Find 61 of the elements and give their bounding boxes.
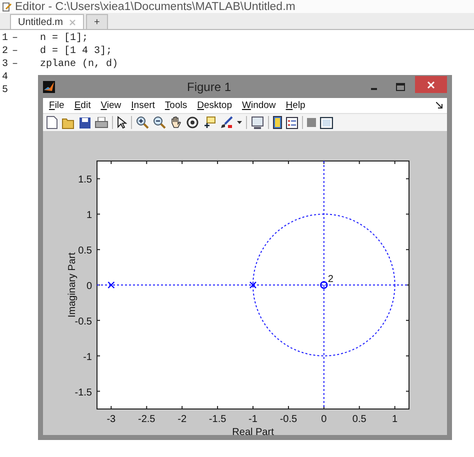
maximize-icon [396, 82, 404, 90]
tick-label: 1 [86, 210, 92, 222]
x-axis-label: Real Part [232, 427, 274, 435]
line-number: 5 [1, 85, 10, 96]
tick-label: 0.5 [352, 414, 366, 425]
close-button[interactable] [415, 76, 447, 93]
tick-label: -0.5 [280, 414, 298, 425]
tick-label: -1.5 [74, 387, 92, 398]
save-icon[interactable] [79, 116, 91, 128]
dock-arrow-icon[interactable] [436, 102, 443, 109]
window-title: Editor - C:\Users\xiea1\Documents\MATLAB\Untitled.m [15, 0, 296, 12]
brush-icon[interactable] [220, 116, 233, 129]
breakpoint-marker[interactable]: – [12, 46, 18, 57]
breakpoint-marker[interactable]: – [12, 33, 18, 44]
close-icon [427, 80, 435, 88]
tick-label: 0 [86, 281, 92, 292]
editor-tab[interactable]: + [86, 14, 108, 29]
tick-label: -1 [248, 414, 258, 425]
menu-item[interactable]: View [100, 100, 122, 111]
menu-item[interactable]: Help [286, 100, 306, 111]
line-number: 3 [1, 59, 10, 70]
menu-item[interactable]: Desktop [197, 100, 232, 111]
code-line: n = [1]; [40, 33, 88, 44]
line-number: 2 [1, 46, 10, 57]
tick-label: 1 [392, 414, 398, 425]
code-line: d = [1 4 3]; [40, 46, 112, 57]
panel-icon[interactable] [320, 116, 333, 128]
tick-label: -0.5 [74, 316, 92, 328]
code-line: zplane (n, d) [40, 59, 118, 70]
tick-label: -2 [178, 414, 187, 425]
menu-item[interactable]: File [49, 100, 64, 111]
zoom-in-icon[interactable] [136, 116, 149, 129]
line-number: 4 [1, 72, 10, 83]
printer-icon[interactable] [95, 116, 108, 128]
new-file-icon[interactable] [46, 116, 58, 129]
tick-label: -1 [83, 352, 92, 363]
legend-icon[interactable] [286, 116, 298, 128]
matlab-logo-icon [43, 80, 55, 92]
menu-item[interactable]: Window [242, 100, 276, 111]
tick-label: -1.5 [208, 414, 226, 425]
zoom-out-icon[interactable] [153, 116, 166, 129]
tick-label: 0.5 [78, 246, 92, 257]
caret-icon[interactable] [237, 121, 242, 124]
data-cursor-icon[interactable] [203, 116, 216, 129]
pointer-icon[interactable] [117, 116, 127, 129]
tick-label: -3 [106, 414, 116, 425]
editor-tab[interactable]: Untitled.m [10, 14, 84, 29]
hand-icon[interactable] [170, 116, 182, 129]
line-number: 1 [1, 33, 10, 44]
colorbar-icon[interactable] [273, 116, 282, 129]
breakpoint-marker[interactable]: – [12, 59, 18, 70]
tick-label: 0 [321, 414, 327, 425]
menu-item[interactable]: Insert [131, 100, 155, 111]
figure-title: Figure 1 [186, 80, 232, 94]
menu-item[interactable]: Tools [164, 100, 188, 111]
tick-label: -2.5 [138, 414, 156, 425]
multiplicity-label: 2 [328, 274, 334, 285]
tick-label: 1.5 [78, 174, 92, 186]
folder-icon[interactable] [62, 116, 75, 128]
y-axis-label: Imaginary Part [67, 252, 78, 318]
menu-item[interactable]: Edit [74, 100, 91, 111]
